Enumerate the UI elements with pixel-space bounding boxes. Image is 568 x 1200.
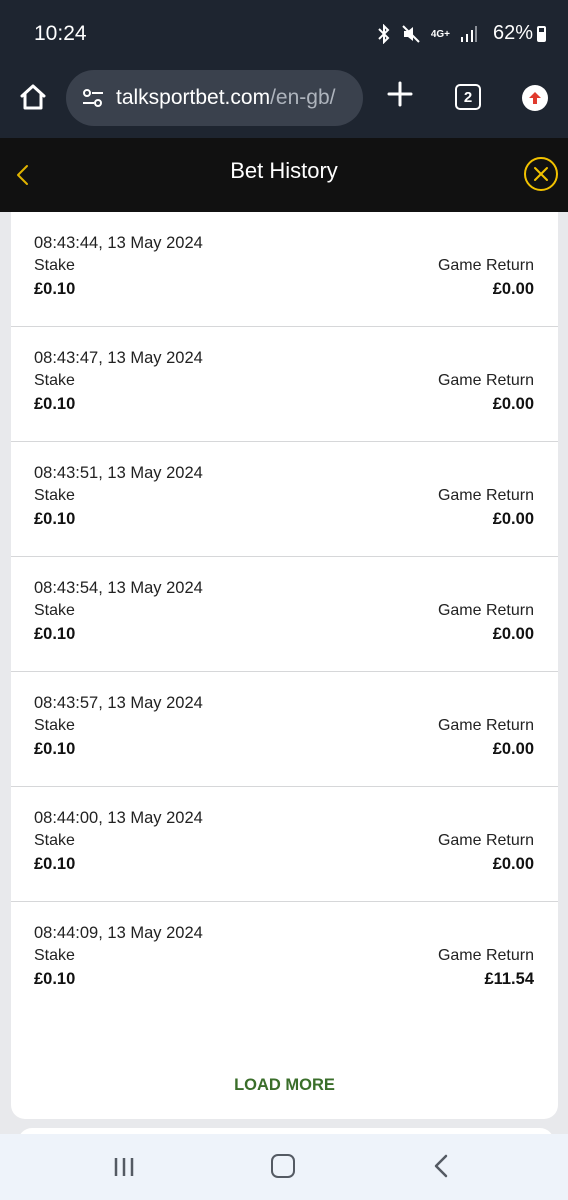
bet-date: 08:43:57, 13 May 2024: [34, 694, 203, 712]
close-icon: [534, 167, 548, 181]
game-return-value: £11.54: [484, 970, 534, 988]
battery-icon: [537, 25, 546, 42]
stake-value: £0.10: [34, 625, 76, 643]
load-more-button[interactable]: LOAD MORE: [11, 1076, 558, 1095]
stake-label: Stake: [34, 602, 75, 619]
update-arrow-icon: [529, 92, 541, 104]
status-bar: 10:24 4G+ 62%: [0, 0, 568, 70]
update-button[interactable]: [522, 85, 548, 111]
nav-home-icon[interactable]: [271, 1154, 295, 1178]
tune-icon[interactable]: [82, 88, 104, 108]
address-bar[interactable]: talksportbet.com/en-gb/: [66, 70, 363, 126]
bet-row[interactable]: 08:43:44, 13 May 2024 Stake £0.10 Game Retu…: [11, 212, 558, 327]
bet-date: 08:44:00, 13 May 2024: [34, 809, 203, 827]
bet-list[interactable]: 08:43:41, 13 May 2024Stake£0.10Game Retu…: [11, 212, 558, 1017]
recent-apps-icon[interactable]: [112, 1156, 136, 1178]
bet-row[interactable]: 08:43:57, 13 May 2024 Stake £0.10 Game Retu…: [11, 672, 558, 787]
stake-label: Stake: [34, 947, 75, 964]
game-return-label: Game Return: [437, 257, 534, 274]
nav-back-icon[interactable]: [432, 1154, 450, 1178]
stake-value: £0.10: [34, 510, 76, 528]
bet-date: 08:43:51, 13 May 2024: [34, 464, 203, 482]
mute-icon: [402, 25, 420, 43]
game-return-label: Game Return: [437, 372, 534, 389]
game-return-value: £0.00: [492, 625, 534, 643]
bet-row[interactable]: 08:44:09, 13 May 2024 Stake £0.10 Game Retu…: [11, 902, 558, 1017]
tab-switcher-button[interactable]: 2: [455, 84, 481, 110]
stake-value: £0.10: [34, 855, 76, 873]
bet-row[interactable]: 08:43:47, 13 May 2024 Stake £0.10 Game Retu…: [11, 327, 558, 442]
bet-row[interactable]: 08:43:54, 13 May 2024 Stake £0.10 Game Retu…: [11, 557, 558, 672]
stake-label: Stake: [34, 487, 75, 504]
game-return-label: Game Return: [437, 832, 534, 849]
url-domain: talksportbet.com: [116, 86, 271, 109]
bluetooth-icon: [378, 24, 390, 44]
game-return-label: Game Return: [437, 602, 534, 619]
bet-date: 08:43:54, 13 May 2024: [34, 579, 203, 597]
url-path: /en-gb/: [270, 86, 336, 109]
game-return-label: Game Return: [437, 487, 534, 504]
battery-status: 62%: [493, 22, 546, 45]
signal-icon: [461, 26, 477, 42]
plus-icon[interactable]: [386, 80, 414, 108]
stake-value: £0.10: [34, 970, 76, 988]
bet-history-card[interactable]: 08:43:41, 13 May 2024Stake£0.10Game Retu…: [11, 212, 558, 1119]
stake-label: Stake: [34, 372, 75, 389]
game-return-label: Game Return: [437, 717, 534, 734]
game-return-value: £0.00: [492, 740, 534, 758]
game-return-value: £0.00: [492, 855, 534, 873]
stake-label: Stake: [34, 717, 75, 734]
url-text: talksportbet.com/en-gb/: [116, 86, 335, 110]
battery-percent: 62%: [492, 22, 533, 44]
app-header: Bet History: [0, 138, 568, 212]
stake-label: Stake: [34, 832, 75, 849]
game-return-value: £0.00: [492, 395, 534, 413]
close-button[interactable]: [524, 157, 558, 191]
status-time: 10:24: [34, 22, 87, 45]
system-nav-bar: [0, 1134, 568, 1200]
stake-value: £0.10: [34, 740, 76, 758]
stake-label: Stake: [34, 257, 75, 274]
home-icon[interactable]: [18, 82, 48, 112]
network-type: 4G+: [430, 28, 450, 40]
game-return-label: Game Return: [437, 947, 534, 964]
bet-row[interactable]: 08:43:51, 13 May 2024 Stake £0.10 Game Retu…: [11, 442, 558, 557]
bet-date: 08:43:44, 13 May 2024: [34, 234, 203, 252]
stake-value: £0.10: [34, 395, 76, 413]
bet-row[interactable]: 08:44:00, 13 May 2024 Stake £0.10 Game Retu…: [11, 787, 558, 902]
bet-date: 08:43:47, 13 May 2024: [34, 349, 203, 367]
game-return-value: £0.00: [492, 280, 534, 298]
browser-toolbar: talksportbet.com/en-gb/ 2: [0, 70, 568, 138]
status-icons: 4G+: [377, 24, 478, 44]
stake-value: £0.10: [34, 280, 76, 298]
game-return-value: £0.00: [492, 510, 534, 528]
page-title: Bet History: [230, 158, 338, 183]
bet-date: 08:44:09, 13 May 2024: [34, 924, 203, 942]
